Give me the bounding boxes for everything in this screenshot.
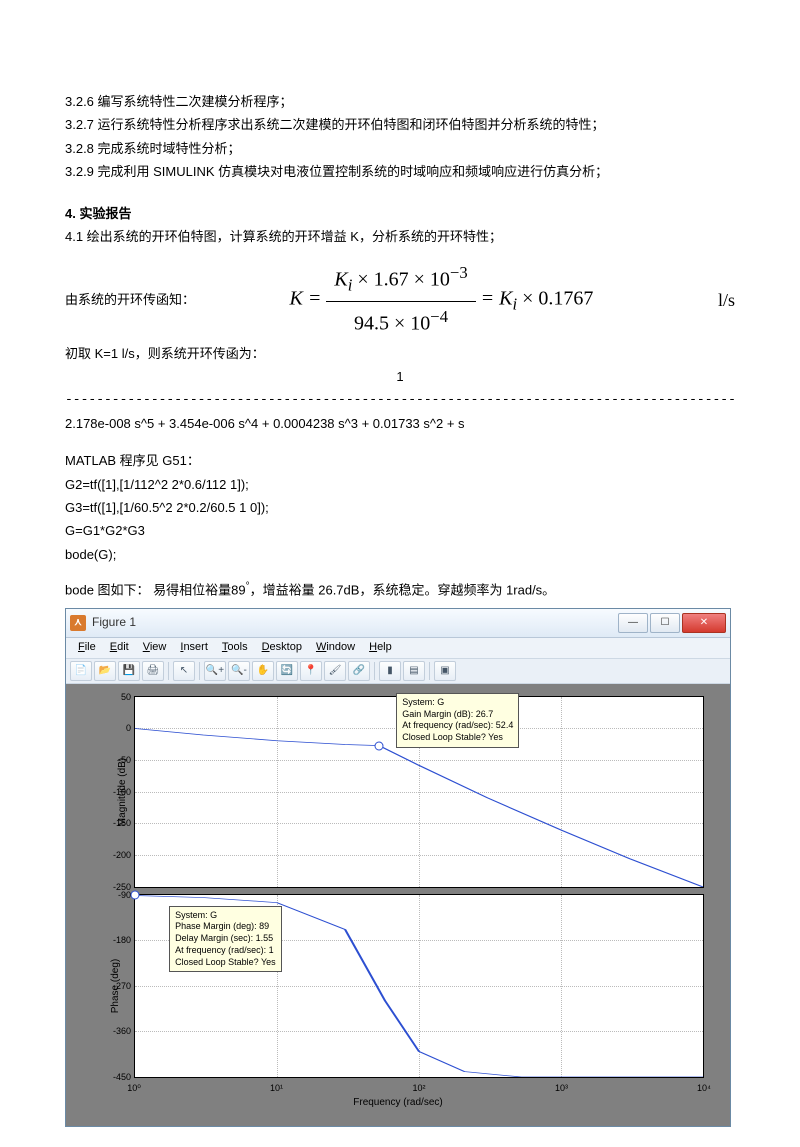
item-3-2-8: 3.2.8 完成系统时域特性分析； <box>65 137 735 160</box>
menu-file[interactable]: FFileile <box>72 638 102 658</box>
colorbar-icon[interactable]: ▮ <box>379 661 401 681</box>
code-line-4: bode(G); <box>65 543 735 566</box>
menu-help[interactable]: Help <box>363 638 398 658</box>
code-line-3: G=G1*G2*G3 <box>65 519 735 542</box>
item-3-2-7: 3.2.7 运行系统特性分析程序求出系统二次建模的开环伯特图和闭环伯特图并分析系… <box>65 113 735 136</box>
link-icon[interactable]: 🔗 <box>348 661 370 681</box>
menu-window[interactable]: Window <box>310 638 361 658</box>
matlab-figure-window: ⋏ Figure 1 — ☐ ✕ FFileile Edit View Inse… <box>65 608 731 1127</box>
open-icon[interactable]: 📂 <box>94 661 116 681</box>
zoom-in-icon[interactable]: 🔍+ <box>204 661 226 681</box>
new-icon[interactable]: 📄 <box>70 661 92 681</box>
datacursor-icon[interactable]: 📍 <box>300 661 322 681</box>
item-4-1: 4.1 绘出系统的开环伯特图，计算系统的开环增益 K，分析系统的开环特性； <box>65 225 735 248</box>
pan-icon[interactable]: ✋ <box>252 661 274 681</box>
document-page: 3.2.6 编写系统特性二次建模分析程序； 3.2.7 运行系统特性分析程序求出… <box>0 0 800 1147</box>
phase-axes[interactable]: Phase (deg) -90 -180 -270 -360 -450 Syst… <box>134 894 704 1078</box>
mag-yticks: 50 0 -50 -100 -150 -200 -250 <box>105 697 133 887</box>
window-title: Figure 1 <box>92 612 618 634</box>
toolbar: 📄 📂 💾 🖨 ↖ 🔍+ 🔍- ✋ 🔄 📍 🖌 🔗 ▮ ▤ ▣ <box>66 659 730 684</box>
menu-insert[interactable]: Insert <box>174 638 214 658</box>
close-button[interactable]: ✕ <box>682 613 726 633</box>
print-icon[interactable]: 🖨 <box>142 661 164 681</box>
brush-icon[interactable]: 🖌 <box>324 661 346 681</box>
unit-ls: l/s <box>718 284 735 316</box>
plot-area: Magnitude (dB) 50 0 -50 -100 -150 -200 -… <box>66 684 730 1126</box>
code-line-1: G2=tf([1],[1/112^2 2*0.6/112 1]); <box>65 473 735 496</box>
matlab-prog-label: MATLAB 程序见 G51： <box>65 449 735 472</box>
menu-desktop[interactable]: Desktop <box>256 638 308 658</box>
tf-denominator: 2.178e-008 s^5 + 3.454e-006 s^4 + 0.0004… <box>65 412 735 435</box>
save-icon[interactable]: 💾 <box>118 661 140 681</box>
code-line-2: G3=tf([1],[1/60.5^2 2*0.2/60.5 1 0]); <box>65 496 735 519</box>
item-3-2-6: 3.2.6 编写系统特性二次建模分析程序； <box>65 90 735 113</box>
magnitude-axes[interactable]: Magnitude (dB) 50 0 -50 -100 -150 -200 -… <box>134 696 704 888</box>
zoom-out-icon[interactable]: 🔍- <box>228 661 250 681</box>
section-4-heading: 4. 实验报告 <box>65 202 735 225</box>
gain-margin-point[interactable] <box>375 741 384 750</box>
bode-description: bode 图如下： 易得相位裕量89°，增益裕量 26.7dB，系统稳定。穿越频… <box>65 578 735 602</box>
item-3-2-9: 3.2.9 完成利用 SIMULINK 仿真模块对电液位置控制系统的时域响应和频… <box>65 160 735 183</box>
formula-row: 由系统的开环传函知： K = Ki × 1.67 × 10−3 94.5 × 1… <box>65 258 735 341</box>
x-ticks: 10⁰ 10¹ 10² 10³ 10⁴ <box>134 1080 704 1092</box>
tf-numerator: 1 <box>65 365 735 388</box>
maximize-button[interactable]: ☐ <box>650 613 680 633</box>
window-titlebar[interactable]: ⋏ Figure 1 — ☐ ✕ <box>66 609 730 638</box>
legend-icon[interactable]: ▤ <box>403 661 425 681</box>
rotate-icon[interactable]: 🔄 <box>276 661 298 681</box>
menu-view[interactable]: View <box>137 638 173 658</box>
take-k-line: 初取 K=1 l/s，则系统开环传函为： <box>65 342 735 365</box>
tf-divider: ----------------------------------------… <box>65 388 735 411</box>
dock-icon[interactable]: ▣ <box>434 661 456 681</box>
formula-K: K = Ki × 1.67 × 10−3 94.5 × 10−4 = Ki × … <box>195 258 688 341</box>
menu-tools[interactable]: Tools <box>216 638 254 658</box>
phase-yticks: -90 -180 -270 -360 -450 <box>105 895 133 1077</box>
menu-edit[interactable]: Edit <box>104 638 135 658</box>
gain-margin-tooltip: System: G Gain Margin (dB): 26.7 At freq… <box>396 693 519 748</box>
minimize-button[interactable]: — <box>618 613 648 633</box>
formula-lead-text: 由系统的开环传函知： <box>65 288 195 311</box>
phase-margin-tooltip: System: G Phase Margin (deg): 89 Delay M… <box>169 906 282 972</box>
x-label: Frequency (rad/sec) <box>72 1094 724 1112</box>
matlab-icon: ⋏ <box>70 615 86 631</box>
menu-bar: FFileile Edit View Insert Tools Desktop … <box>66 638 730 659</box>
phase-margin-point[interactable] <box>131 891 140 900</box>
arrow-icon[interactable]: ↖ <box>173 661 195 681</box>
